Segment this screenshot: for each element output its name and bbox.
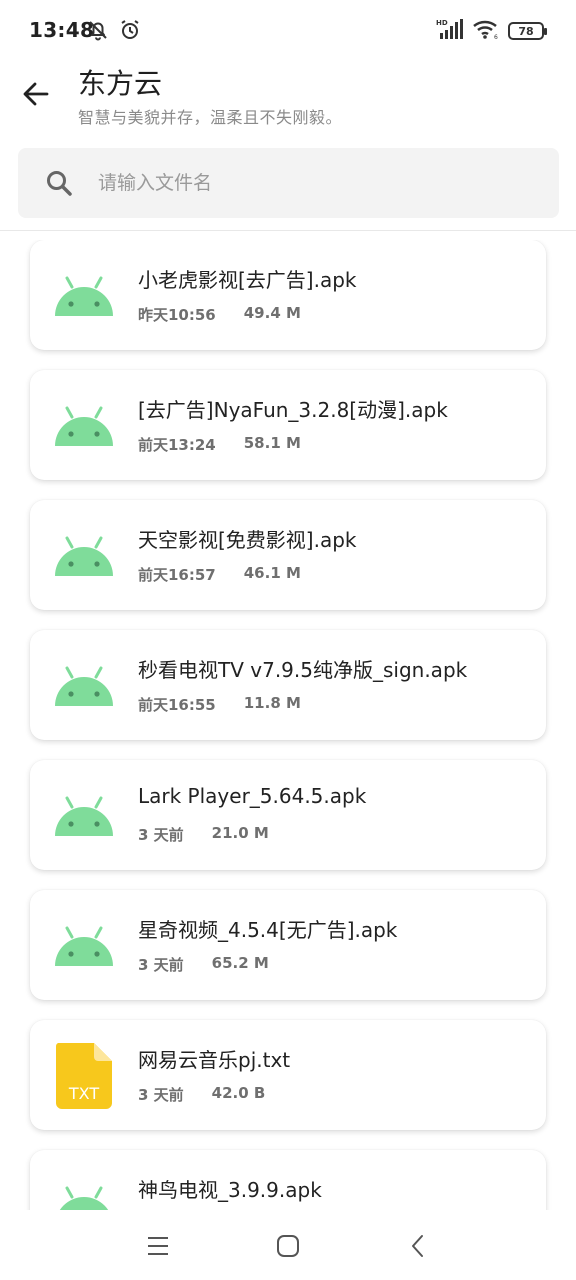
file-card[interactable]: 神鸟电视_3.9.9.apk xyxy=(30,1150,546,1210)
nav-back-button[interactable] xyxy=(400,1230,436,1262)
home-icon xyxy=(277,1235,299,1257)
header: 东方云 智慧与美貌并存，温柔且不失刚毅。 xyxy=(0,62,576,140)
txt-file-icon: TXT xyxy=(52,1043,116,1109)
file-time: 前天16:57 xyxy=(138,566,216,584)
android-icon xyxy=(52,654,116,718)
file-card[interactable]: 秒看电视TV v7.9.5纯净版_sign.apk 前天16:55 11.8 M xyxy=(30,630,546,740)
file-name: 小老虎影视[去广告].apk xyxy=(138,268,357,292)
file-meta: 昨天10:56 49.4 M xyxy=(138,304,301,325)
android-icon xyxy=(52,264,116,328)
file-meta: 前天16:57 46.1 M xyxy=(138,564,301,585)
status-time: 13:48 xyxy=(29,18,95,42)
search-input[interactable] xyxy=(98,172,518,194)
file-size: 49.4 M xyxy=(243,304,301,322)
file-card[interactable]: Lark Player_5.64.5.apk 3 天前 21.0 M xyxy=(30,760,546,870)
menu-button[interactable] xyxy=(140,1230,176,1262)
menu-icon xyxy=(148,1237,168,1255)
file-time: 3 天前 xyxy=(138,826,184,844)
file-meta: 3 天前 21.0 M xyxy=(138,824,269,845)
file-time: 昨天10:56 xyxy=(138,306,216,324)
file-time: 3 天前 xyxy=(138,956,184,974)
svg-text:HD: HD xyxy=(436,19,448,27)
file-time: 前天16:55 xyxy=(138,696,216,714)
txt-icon-label: TXT xyxy=(68,1084,100,1103)
page-subtitle: 智慧与美貌并存，温柔且不失刚毅。 xyxy=(78,108,343,127)
arrow-left-icon xyxy=(23,82,49,106)
hd-signal-icon: HD xyxy=(436,18,464,44)
android-icon xyxy=(52,1174,116,1210)
system-nav-bar xyxy=(0,1210,576,1280)
status-right-icons: HD 6 78 xyxy=(436,18,547,44)
alarm-icon xyxy=(118,18,142,46)
android-icon xyxy=(52,914,116,978)
file-size: 11.8 M xyxy=(243,694,301,712)
file-time: 3 天前 xyxy=(138,1086,184,1104)
file-size: 65.2 M xyxy=(211,954,269,972)
bell-off-icon xyxy=(86,18,110,46)
page-title: 东方云 xyxy=(78,67,163,100)
header-divider xyxy=(0,230,576,231)
file-size: 58.1 M xyxy=(243,434,301,452)
file-name: 天空影视[免费影视].apk xyxy=(138,528,357,552)
file-time: 前天13:24 xyxy=(138,436,216,454)
back-button[interactable] xyxy=(18,76,54,112)
android-icon xyxy=(52,784,116,848)
file-name: 神鸟电视_3.9.9.apk xyxy=(138,1178,322,1202)
search-icon xyxy=(44,168,74,198)
file-meta: 3 天前 42.0 B xyxy=(138,1084,265,1105)
file-card[interactable]: 天空影视[免费影视].apk 前天16:57 46.1 M xyxy=(30,500,546,610)
search-bar[interactable] xyxy=(18,148,559,218)
home-button[interactable] xyxy=(270,1230,306,1262)
file-card[interactable]: 小老虎影视[去广告].apk 昨天10:56 49.4 M xyxy=(30,240,546,350)
file-name: 秒看电视TV v7.9.5纯净版_sign.apk xyxy=(138,658,468,682)
file-list[interactable]: 小老虎影视[去广告].apk 昨天10:56 49.4 M [去广告]NyaFu… xyxy=(0,240,576,1210)
file-size: 46.1 M xyxy=(243,564,301,582)
file-meta: 前天16:55 11.8 M xyxy=(138,694,301,715)
back-nav-icon xyxy=(412,1235,423,1257)
file-name: [去广告]NyaFun_3.2.8[动漫].apk xyxy=(138,398,448,422)
svg-text:6: 6 xyxy=(494,34,498,40)
status-left-icons xyxy=(86,18,142,46)
file-card[interactable]: TXT 网易云音乐pj.txt 3 天前 42.0 B xyxy=(30,1020,546,1130)
file-name: Lark Player_5.64.5.apk xyxy=(138,784,367,808)
android-icon xyxy=(52,524,116,588)
file-size: 21.0 M xyxy=(211,824,269,842)
file-card[interactable]: [去广告]NyaFun_3.2.8[动漫].apk 前天13:24 58.1 M xyxy=(30,370,546,480)
file-meta: 前天13:24 58.1 M xyxy=(138,434,301,455)
wifi-icon: 6 xyxy=(472,18,500,44)
file-name: 网易云音乐pj.txt xyxy=(138,1048,291,1072)
battery-icon: 78 xyxy=(508,22,547,40)
file-card[interactable]: 星奇视频_4.5.4[无广告].apk 3 天前 65.2 M xyxy=(30,890,546,1000)
android-icon xyxy=(52,394,116,458)
file-size: 42.0 B xyxy=(211,1084,266,1102)
status-bar: 13:48 HD 6 78 xyxy=(0,0,576,62)
file-meta: 3 天前 65.2 M xyxy=(138,954,269,975)
file-name: 星奇视频_4.5.4[无广告].apk xyxy=(138,918,398,942)
